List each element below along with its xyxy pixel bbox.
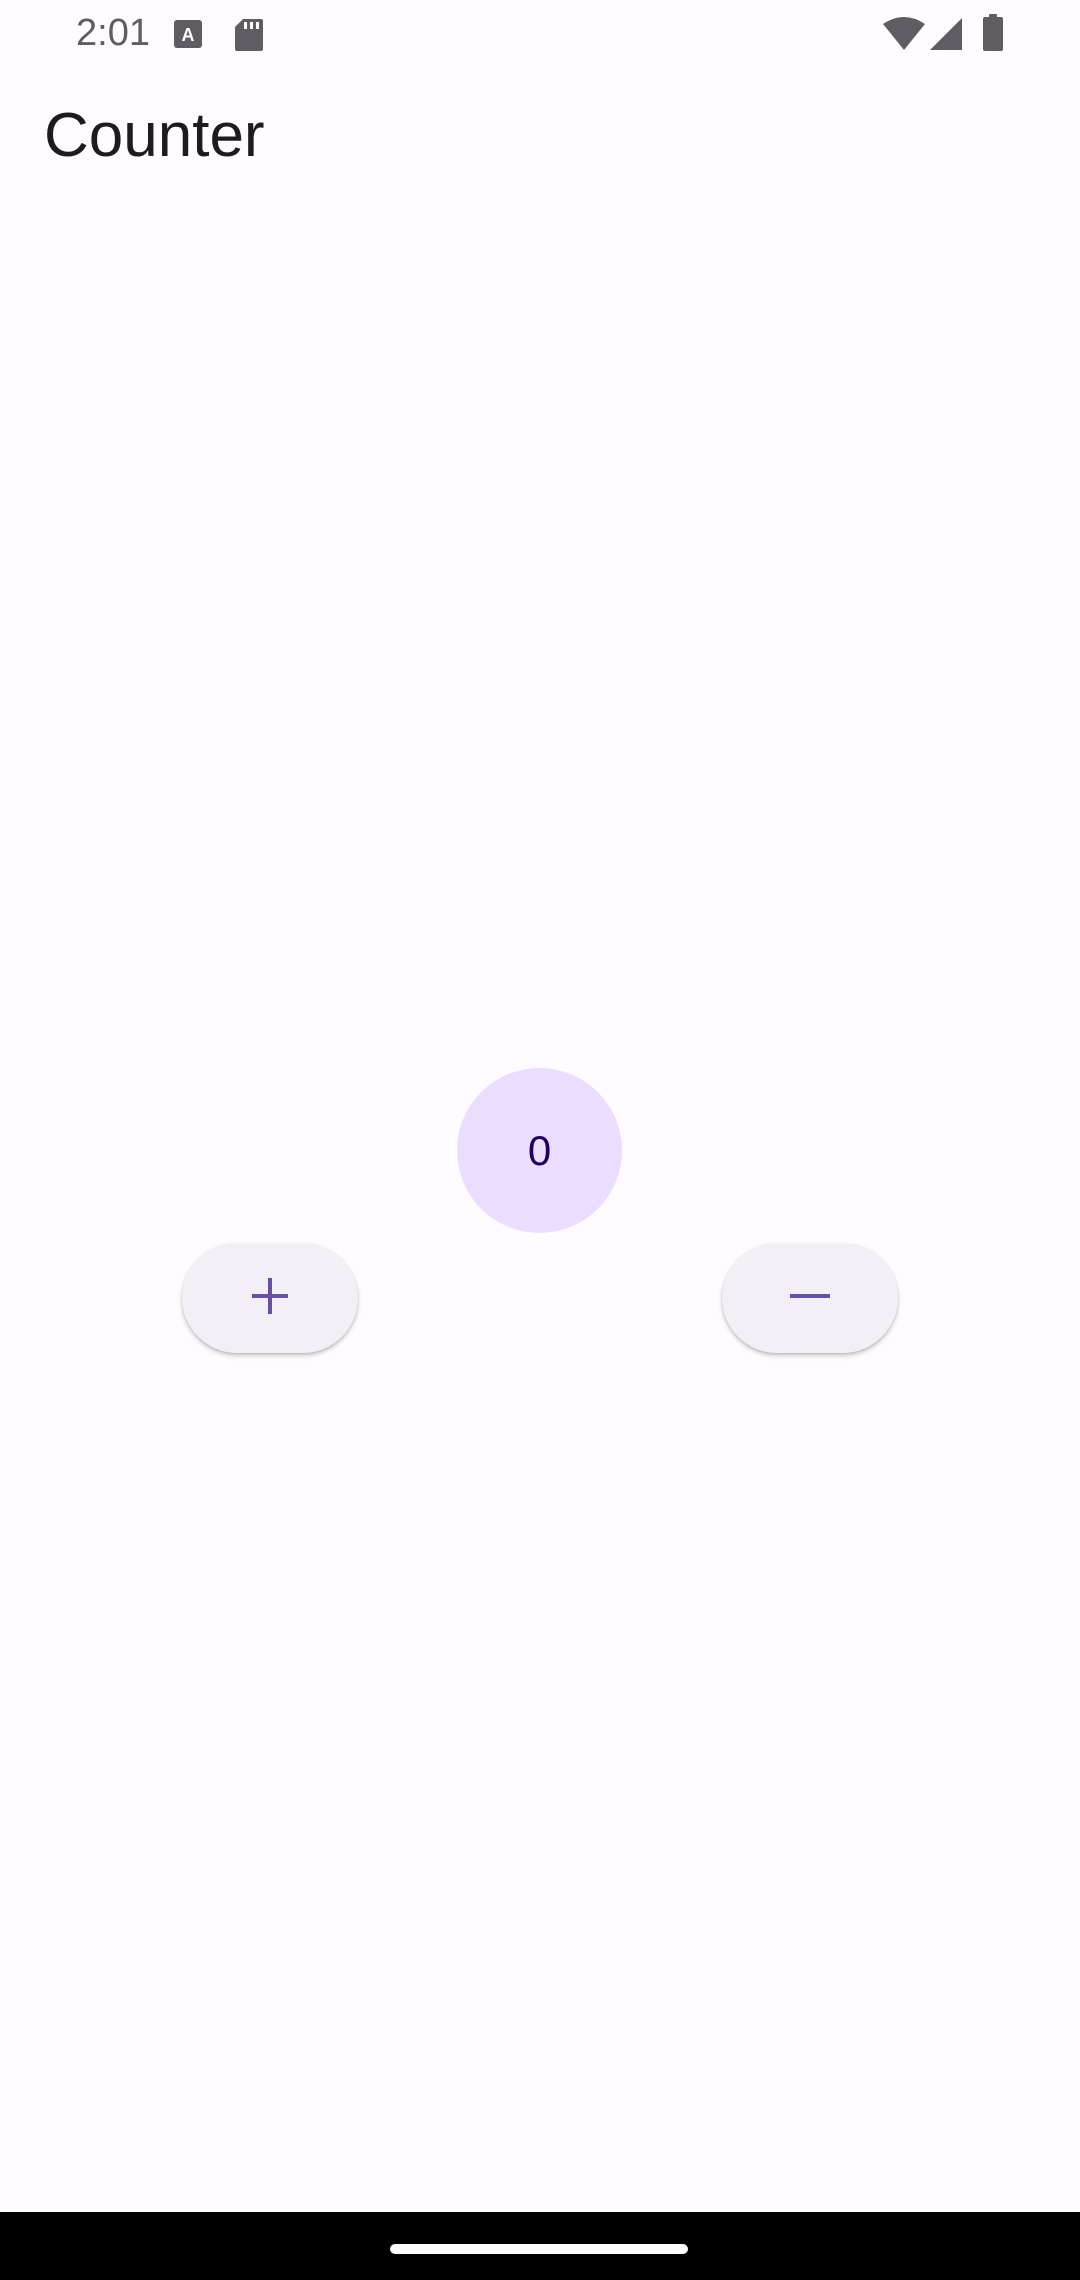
minus-icon xyxy=(788,1274,832,1323)
battery-icon xyxy=(982,14,1004,57)
page-title: Counter xyxy=(44,101,265,170)
home-gesture-handle[interactable] xyxy=(390,2244,688,2254)
navigation-bar xyxy=(0,2212,1080,2280)
font-icon: A xyxy=(172,18,204,55)
counter-display: 0 xyxy=(457,1068,622,1233)
sd-card-icon xyxy=(234,18,264,57)
counter-screen: 2:01 A Counter 0 xyxy=(0,0,1080,2280)
decrement-button[interactable] xyxy=(722,1243,898,1353)
svg-text:A: A xyxy=(182,25,195,45)
increment-button[interactable] xyxy=(182,1243,358,1353)
status-bar: 2:01 A xyxy=(0,0,1080,70)
cell-signal-icon xyxy=(928,16,964,57)
status-time: 2:01 xyxy=(76,12,150,54)
counter-value: 0 xyxy=(527,1126,552,1174)
plus-icon xyxy=(248,1274,292,1323)
wifi-icon xyxy=(882,16,926,57)
